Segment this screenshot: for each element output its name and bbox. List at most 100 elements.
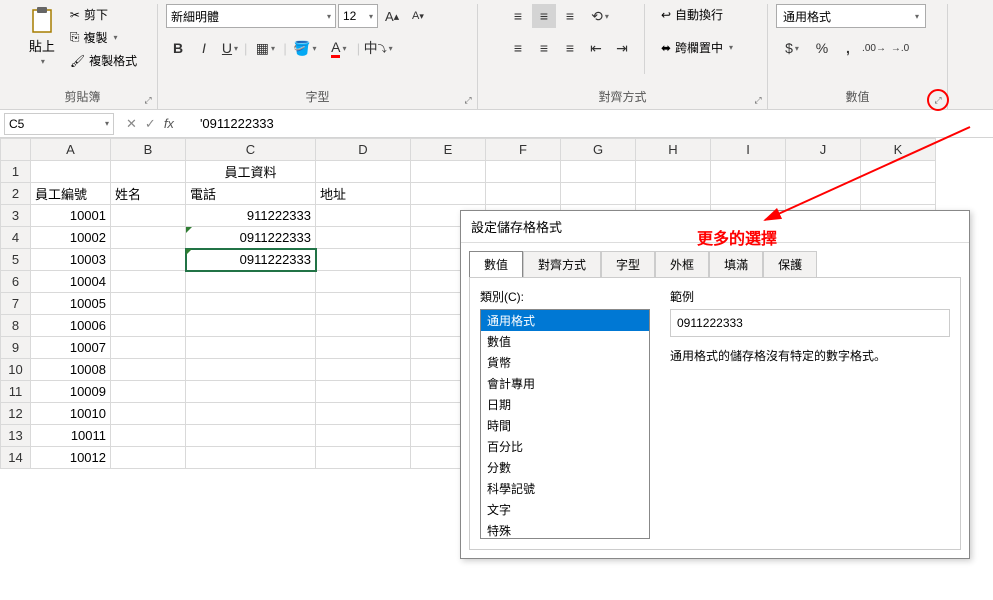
cut-button[interactable]: ✂ 剪下	[66, 4, 141, 25]
format-painter-button[interactable]: 🖌 複製格式	[66, 50, 141, 71]
cell[interactable]	[316, 293, 411, 315]
cell[interactable]	[186, 359, 316, 381]
cell[interactable]: 0911222333	[186, 227, 316, 249]
align-right-button[interactable]: ≡	[558, 36, 582, 60]
category-item[interactable]: 科學記號	[481, 478, 649, 499]
cell[interactable]: 地址	[316, 183, 411, 205]
cell[interactable]	[186, 315, 316, 337]
dialog-tab[interactable]: 外框	[655, 251, 709, 277]
category-item[interactable]: 分數	[481, 457, 649, 478]
cancel-edit-button[interactable]: ✕	[126, 116, 137, 132]
cell[interactable]	[411, 161, 486, 183]
row-header[interactable]: 10	[1, 359, 31, 381]
cell[interactable]	[186, 403, 316, 425]
category-item[interactable]: 通用格式	[481, 310, 649, 331]
phonetic-button[interactable]: 中⤵▾	[362, 36, 394, 60]
cell[interactable]	[111, 403, 186, 425]
cell[interactable]	[861, 183, 936, 205]
category-item[interactable]: 文字	[481, 499, 649, 520]
comma-button[interactable]: ,	[836, 36, 860, 60]
formula-bar[interactable]: '0911222333	[194, 116, 993, 131]
number-launcher[interactable]: ⤢	[927, 89, 949, 111]
cell[interactable]	[111, 271, 186, 293]
row-header[interactable]: 5	[1, 249, 31, 271]
cell[interactable]: 10001	[31, 205, 111, 227]
category-item[interactable]: 時間	[481, 415, 649, 436]
font-launcher[interactable]: ⤢	[461, 93, 475, 107]
alignment-launcher[interactable]: ⤢	[751, 93, 765, 107]
cell[interactable]: 員工資料	[186, 161, 316, 183]
row-header[interactable]: 14	[1, 447, 31, 469]
cell[interactable]: 911222333	[186, 205, 316, 227]
cell[interactable]	[316, 359, 411, 381]
cell[interactable]	[561, 161, 636, 183]
column-header[interactable]: D	[316, 139, 411, 161]
category-item[interactable]: 貨幣	[481, 352, 649, 373]
decrease-font-button[interactable]: A▾	[406, 4, 430, 28]
cell[interactable]	[316, 227, 411, 249]
cell[interactable]	[486, 161, 561, 183]
font-name-select[interactable]: 新細明體 ▾	[166, 4, 336, 28]
cell[interactable]	[186, 381, 316, 403]
dialog-tab[interactable]: 數值	[469, 251, 523, 277]
cell[interactable]	[316, 249, 411, 271]
cell[interactable]	[711, 161, 786, 183]
cell[interactable]	[316, 381, 411, 403]
font-color-button[interactable]: A▾	[323, 36, 355, 60]
cell[interactable]: 10008	[31, 359, 111, 381]
fx-icon[interactable]: fx	[164, 116, 174, 131]
row-header[interactable]: 7	[1, 293, 31, 315]
increase-indent-button[interactable]: ⇥	[610, 36, 634, 60]
dialog-tab[interactable]: 填滿	[709, 251, 763, 277]
cell[interactable]	[316, 161, 411, 183]
cell[interactable]: 10004	[31, 271, 111, 293]
cell[interactable]	[111, 359, 186, 381]
cell[interactable]: 員工編號	[31, 183, 111, 205]
border-button[interactable]: ▦▾	[249, 36, 281, 60]
category-item[interactable]: 特殊	[481, 520, 649, 539]
cell[interactable]	[186, 293, 316, 315]
decrease-indent-button[interactable]: ⇤	[584, 36, 608, 60]
cell[interactable]	[186, 447, 316, 469]
cell[interactable]: 10007	[31, 337, 111, 359]
font-size-select[interactable]: 12 ▾	[338, 4, 378, 28]
align-left-button[interactable]: ≡	[506, 36, 530, 60]
dialog-tab[interactable]: 對齊方式	[523, 251, 601, 277]
wrap-text-button[interactable]: ↩ 自動換行	[655, 4, 739, 25]
row-header[interactable]: 1	[1, 161, 31, 183]
column-header[interactable]: F	[486, 139, 561, 161]
category-item[interactable]: 日期	[481, 394, 649, 415]
cell[interactable]: 姓名	[111, 183, 186, 205]
dialog-tab[interactable]: 字型	[601, 251, 655, 277]
cell[interactable]	[111, 447, 186, 469]
cell[interactable]	[316, 315, 411, 337]
cell[interactable]	[316, 337, 411, 359]
cell[interactable]: 10005	[31, 293, 111, 315]
cell[interactable]	[786, 183, 861, 205]
cell[interactable]	[111, 205, 186, 227]
column-header[interactable]: B	[111, 139, 186, 161]
category-item[interactable]: 數值	[481, 331, 649, 352]
italic-button[interactable]: I	[192, 36, 216, 60]
row-header[interactable]: 11	[1, 381, 31, 403]
bold-button[interactable]: B	[166, 36, 190, 60]
cell[interactable]	[111, 315, 186, 337]
column-header[interactable]: A	[31, 139, 111, 161]
cell[interactable]	[111, 249, 186, 271]
align-center-button[interactable]: ≡	[532, 36, 556, 60]
name-box[interactable]: C5 ▾	[4, 113, 114, 135]
cell[interactable]: 10006	[31, 315, 111, 337]
cell[interactable]	[316, 205, 411, 227]
cell[interactable]	[711, 183, 786, 205]
column-header[interactable]: E	[411, 139, 486, 161]
cell[interactable]	[561, 183, 636, 205]
underline-button[interactable]: U▾	[218, 36, 242, 60]
confirm-edit-button[interactable]: ✓	[145, 116, 156, 132]
column-header[interactable]: C	[186, 139, 316, 161]
cell[interactable]	[636, 161, 711, 183]
cell[interactable]	[186, 425, 316, 447]
row-header[interactable]: 2	[1, 183, 31, 205]
cell[interactable]	[316, 271, 411, 293]
increase-decimal-button[interactable]: .00→	[862, 36, 886, 60]
align-top-button[interactable]: ≡	[506, 4, 530, 28]
